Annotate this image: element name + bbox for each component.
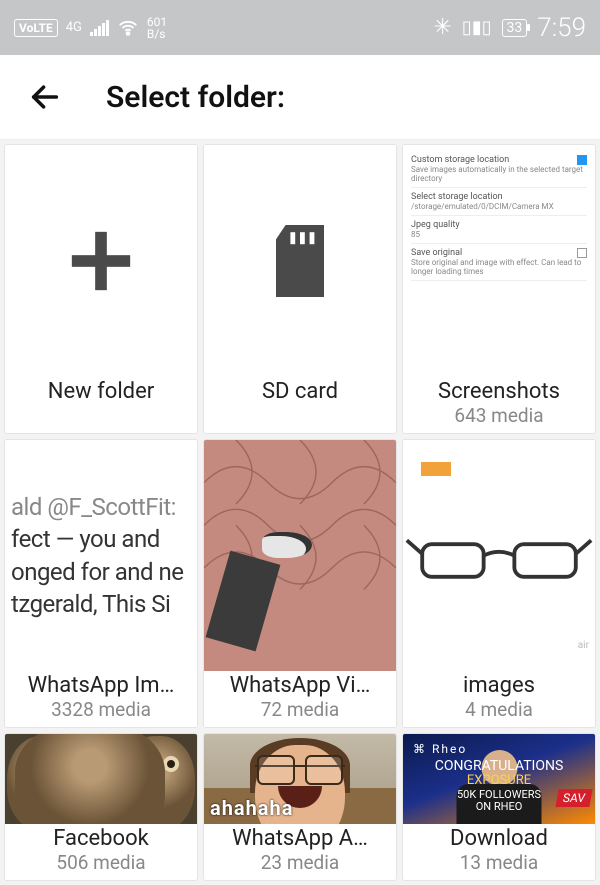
back-icon[interactable] — [28, 80, 62, 114]
tile-label: New folder — [42, 377, 160, 404]
tile-screenshots[interactable]: Custom storage locationSave images autom… — [402, 144, 596, 434]
tile-label: Facebook — [47, 824, 155, 851]
status-left: VoLTE 4G 601 B/s — [14, 16, 167, 40]
clock: 7:59 — [537, 13, 586, 43]
tile-count — [99, 404, 104, 433]
sd-thumb — [204, 145, 396, 377]
tile-count: 4 media — [465, 698, 533, 727]
folder-grid: New folder SD card Custom storage locati… — [0, 140, 600, 885]
plus-icon — [66, 226, 136, 296]
facebook-thumb — [5, 734, 197, 824]
tile-count: 23 media — [261, 851, 339, 880]
data-rate-value: 601 — [147, 16, 167, 28]
data-rate: 601 B/s — [147, 16, 167, 40]
tile-whatsapp-video[interactable]: WhatsApp Vi… 72 media — [203, 439, 397, 728]
tile-count: 13 media — [460, 851, 538, 880]
tile-new-folder[interactable]: New folder — [4, 144, 198, 434]
tile-count: 3328 media — [51, 698, 151, 727]
tile-count — [298, 404, 303, 433]
images-thumb: air — [403, 440, 595, 671]
data-rate-unit: B/s — [147, 28, 167, 40]
sd-card-icon — [270, 225, 330, 297]
wa-video-thumb — [204, 440, 396, 671]
volte-badge: VoLTE — [14, 19, 58, 37]
signal-icon — [90, 20, 109, 36]
status-bar: VoLTE 4G 601 B/s ✳ ▯▮▯ 33 7:59 — [0, 0, 600, 55]
tile-sd-card[interactable]: SD card — [203, 144, 397, 434]
tile-count: 72 media — [261, 698, 339, 727]
new-folder-thumb — [5, 145, 197, 377]
tile-label: WhatsApp Vi… — [224, 671, 377, 698]
tile-label: WhatsApp Im… — [22, 671, 181, 698]
screenshots-thumb: Custom storage locationSave images autom… — [403, 145, 595, 377]
download-thumb: ⌘ Rheo SAV CONGRATULATIONS EXPOSURE 50K … — [403, 734, 595, 824]
tile-whatsapp-animated[interactable]: ahahaha WhatsApp A… 23 media — [203, 733, 397, 881]
tile-facebook[interactable]: Facebook 506 media — [4, 733, 198, 881]
app-bar: Select folder: — [0, 55, 600, 140]
battery-icon: 33 — [502, 19, 528, 37]
tile-label: SD card — [256, 377, 344, 404]
tile-count: 506 media — [56, 851, 145, 880]
tile-label: WhatsApp A… — [226, 824, 374, 851]
tile-download[interactable]: ⌘ Rheo SAV CONGRATULATIONS EXPOSURE 50K … — [402, 733, 596, 881]
tile-images[interactable]: air images 4 media — [402, 439, 596, 728]
vibrate-icon: ▯▮▯ — [462, 17, 492, 38]
status-right: ✳ ▯▮▯ 33 7:59 — [433, 13, 586, 43]
tile-label: Download — [444, 824, 554, 851]
wa-anim-thumb: ahahaha — [204, 734, 396, 824]
bluetooth-icon: ✳ — [433, 15, 451, 40]
page-title: Select folder: — [106, 80, 285, 115]
tile-count: 643 media — [454, 404, 543, 433]
wifi-icon — [117, 17, 139, 39]
tile-whatsapp-images[interactable]: ald @F_ScottFit: fect — you and onged fo… — [4, 439, 198, 728]
tile-label: Screenshots — [432, 377, 566, 404]
tile-label: images — [457, 671, 541, 698]
wa-images-thumb: ald @F_ScottFit: fect — you and onged fo… — [5, 440, 197, 671]
network-gen: 4G — [66, 20, 82, 35]
